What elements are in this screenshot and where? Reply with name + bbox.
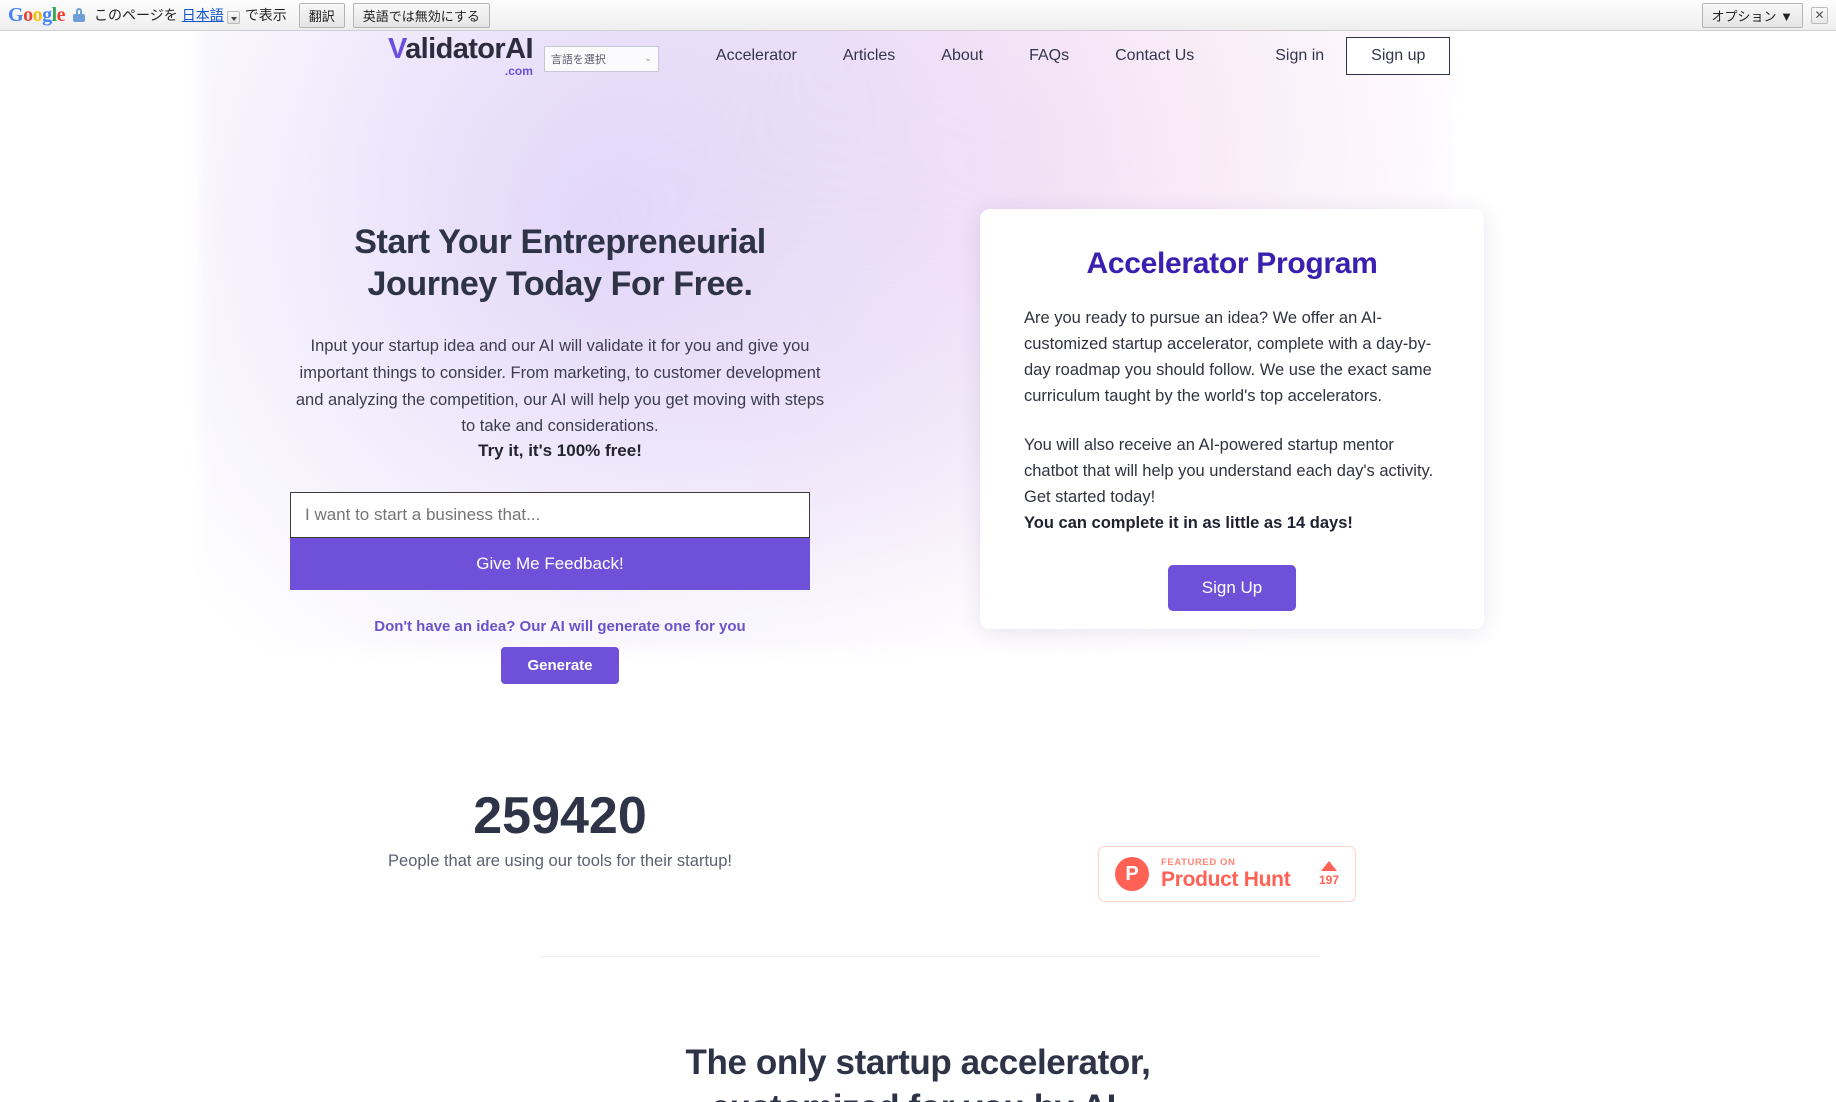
translate-prompt-suffix: で表示 [244,7,287,23]
bottom-heading-line1: The only startup accelerator, [685,1043,1151,1082]
product-hunt-featured-label: FEATURED ON [1161,856,1236,868]
language-select[interactable]: 言語を選択 ⌄ [543,45,659,72]
nav-item-faqs[interactable]: FAQs [1029,47,1069,65]
section-divider [540,956,1320,957]
hero-title-line1: Start Your Entrepreneurial [354,223,766,261]
hero-section: Start Your Entrepreneurial Journey Today… [290,221,830,685]
product-hunt-name: Product Hunt [1161,867,1291,891]
nav-item-articles[interactable]: Articles [843,47,895,65]
hero-free-tagline: Try it, it's 100% free! [478,441,642,461]
accelerator-card-title: Accelerator Program [1086,247,1378,280]
logo-letter-v: V [388,32,406,65]
product-hunt-upvote[interactable]: 197 [1319,861,1339,887]
accelerator-bold-line: You can complete it in as little as 14 d… [1024,514,1353,533]
startup-idea-input[interactable] [290,492,810,539]
accelerator-paragraph-2-text: You will also receive an AI-powered star… [1024,436,1434,507]
translate-language-link[interactable]: 日本語 [182,5,224,25]
sign-in-link[interactable]: Sign in [1275,47,1324,65]
product-hunt-badge[interactable]: P FEATURED ON Product Hunt 197 [1098,846,1356,902]
accelerator-paragraph-2: You will also receive an AI-powered star… [1024,432,1440,536]
stat-label: People that are using our tools for thei… [388,852,732,870]
translate-options-button[interactable]: オプション ▼ [1701,2,1803,28]
translate-button[interactable]: 翻訳 [298,2,345,28]
upvote-triangle-icon [1320,861,1337,871]
site-logo[interactable]: ValidatorAI .com [388,32,534,78]
nav-item-contact-us[interactable]: Contact Us [1115,47,1194,65]
nav-item-accelerator[interactable]: Accelerator [716,47,797,65]
nav-links: Accelerator Articles About FAQs Contact … [693,47,1217,65]
generate-idea-prompt[interactable]: Don't have an idea? Our AI will generate… [290,618,830,635]
give-me-feedback-button[interactable]: Give Me Feedback! [290,538,810,591]
hero-description: Input your startup idea and our AI will … [295,337,825,436]
generate-button[interactable]: Generate [501,647,619,685]
product-hunt-upvote-count: 197 [1318,873,1339,887]
bottom-section-heading: The only startup accelerator, customized… [318,1041,1518,1102]
logo-wordmark: ValidatorAI [388,32,534,65]
chevron-down-icon: ⌄ [644,53,652,63]
translate-prompt-prefix: このページを [94,7,178,23]
close-icon[interactable]: ✕ [1811,6,1828,24]
accelerator-paragraph-1: Are you ready to pursue an idea? We offe… [1024,309,1432,406]
site-navbar: ValidatorAI .com 言語を選択 ⌄ Accelerator Art… [0,31,1836,80]
google-logo: Google [8,3,66,26]
lock-icon [73,8,86,22]
stat-number: 259420 [473,787,647,845]
google-translate-bar: Google このページを 日本語 で表示 翻訳 英語では無効にする オプション… [0,0,1836,31]
disable-translation-button[interactable]: 英語では無効にする [352,2,490,28]
translate-language-caret-icon[interactable] [226,10,240,24]
translate-bar-right-group: オプション ▼ ✕ [1694,2,1828,28]
hero-title-line2: Journey Today For Free. [367,265,753,304]
product-hunt-text: FEATURED ON Product Hunt [1161,856,1291,891]
accelerator-program-card: Accelerator Program Are you ready to pur… [980,209,1484,629]
user-count-stats: 259420 People that are using our tools f… [290,786,830,871]
logo-text-rest: alidatorAI [405,32,533,65]
accelerator-sign-up-button[interactable]: Sign Up [1167,564,1297,611]
page-title: Start Your Entrepreneurial Journey Today… [290,221,830,305]
language-select-value: 言語を選択 [550,53,606,66]
logo-dotcom: .com [504,63,533,78]
sign-up-button[interactable]: Sign up [1346,36,1451,75]
nav-item-about[interactable]: About [941,47,983,65]
product-hunt-icon: P [1115,857,1149,891]
page-content: ValidatorAI .com 言語を選択 ⌄ Accelerator Art… [0,31,1836,1102]
bottom-heading-line2: customized for you by AI. [711,1088,1126,1102]
